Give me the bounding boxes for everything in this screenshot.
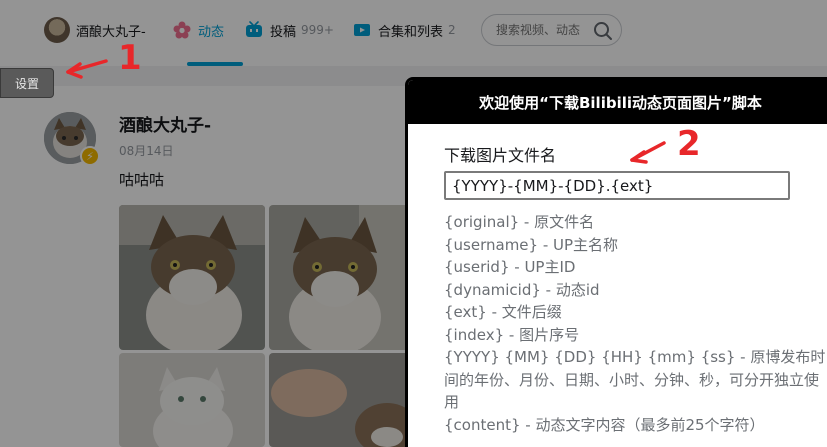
- annotation-arrows: [66, 59, 666, 164]
